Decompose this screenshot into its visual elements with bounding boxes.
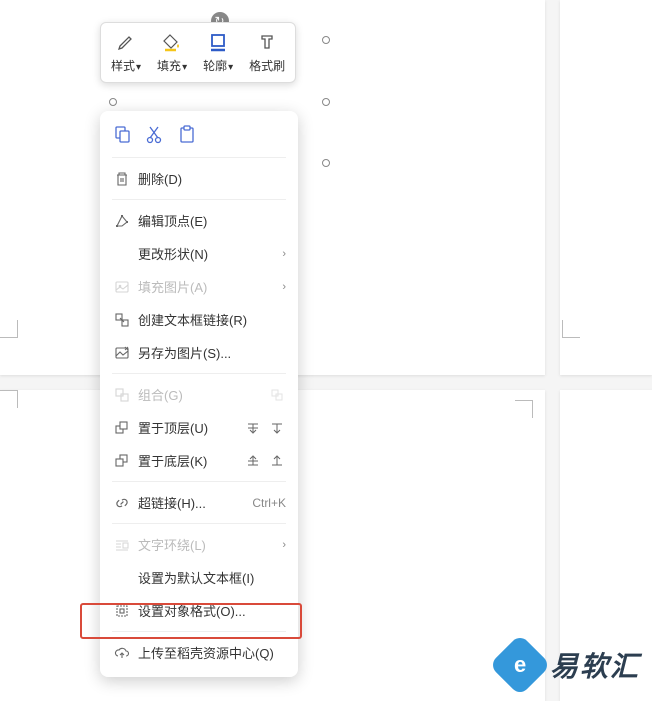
send-to-back-menu-item[interactable]: 置于底层(K) [100,444,298,477]
context-menu: 删除(D) 编辑顶点(E) 更改形状(N) › 填充图片(A) › 创建文本框链… [100,111,298,677]
upload-to-docer-menu-item[interactable]: 上传至稻壳资源中心(Q) [100,636,298,669]
bring-to-front-menu-item[interactable]: 置于顶层(U) [100,411,298,444]
hyperlink-menu-item[interactable]: 超链接(H)... Ctrl+K [100,486,298,519]
edit-vertices-icon [112,212,132,230]
set-default-textbox-menu-item[interactable]: 设置为默认文本框(I) [100,561,298,594]
upload-cloud-icon [112,644,132,662]
hyperlink-shortcut: Ctrl+K [252,496,286,510]
delete-menu-item[interactable]: 删除(D) [100,162,298,195]
create-textframe-link-menu-item[interactable]: 创建文本框链接(R) [100,303,298,336]
create-textframe-link-label: 创建文本框链接(R) [138,310,286,329]
chevron-right-icon: › [282,539,286,551]
send-back-variant2-icon[interactable] [268,452,286,470]
hyperlink-label: 超链接(H)... [138,493,252,512]
cut-button[interactable] [144,123,166,145]
bring-front-icon [112,419,132,437]
group-label: 组合(G) [138,385,262,404]
group-menu-item: 组合(G) [100,378,298,411]
resize-handle[interactable] [109,98,117,106]
text-wrap-menu-item: 文字环绕(L) › [100,528,298,561]
text-wrap-icon [112,536,132,554]
mini-toolbar: 样式▾ 填充▾ 轮廓▾ 格式刷 [100,22,296,83]
outline-button[interactable]: 轮廓▾ [195,27,241,78]
set-default-textbox-label: 设置为默认文本框(I) [138,568,286,587]
trash-icon [112,170,132,188]
delete-label: 删除(D) [138,169,286,188]
bring-to-front-label: 置于顶层(U) [138,418,238,437]
fill-picture-menu-item: 填充图片(A) › [100,270,298,303]
link-icon [112,494,132,512]
fill-button[interactable]: 填充▾ [149,27,195,78]
send-back-icon [112,452,132,470]
edit-vertices-label: 编辑顶点(E) [138,211,286,230]
save-as-picture-menu-item[interactable]: 另存为图片(S)... [100,336,298,369]
logo: e 易软汇 [498,643,640,687]
picture-icon [112,278,132,296]
paint-bucket-icon [162,31,182,53]
chevron-right-icon: › [282,281,286,293]
resize-handle[interactable] [322,98,330,106]
object-format-icon [112,602,132,620]
bring-front-variant1-icon[interactable] [244,419,262,437]
resize-handle[interactable] [322,36,330,44]
format-painter-button[interactable]: 格式刷 [241,27,293,78]
outline-frame-icon [208,31,228,53]
resize-handle[interactable] [322,159,330,167]
change-shape-menu-item[interactable]: 更改形状(N) › [100,237,298,270]
save-picture-icon [112,344,132,362]
change-shape-label: 更改形状(N) [138,244,282,263]
logo-mark-icon: e [489,634,551,696]
format-painter-icon [257,31,277,53]
chevron-right-icon: › [282,248,286,260]
fill-label: 填充 [157,59,181,73]
set-object-format-label: 设置对象格式(O)... [138,601,286,620]
edit-vertices-menu-item[interactable]: 编辑顶点(E) [100,204,298,237]
send-back-variant1-icon[interactable] [244,452,262,470]
save-as-picture-label: 另存为图片(S)... [138,343,286,362]
paste-button[interactable] [176,123,198,145]
style-label: 样式 [111,59,135,73]
fill-picture-label: 填充图片(A) [138,277,282,296]
logo-text: 易软汇 [550,645,640,685]
copy-button[interactable] [112,123,134,145]
bring-front-variant2-icon[interactable] [268,419,286,437]
group-icon [112,386,132,404]
textframe-link-icon [112,311,132,329]
send-to-back-label: 置于底层(K) [138,451,238,470]
upload-to-docer-label: 上传至稻壳资源中心(Q) [138,643,286,662]
outline-label: 轮廓 [203,59,227,73]
pencil-icon [116,31,136,53]
format-painter-label: 格式刷 [249,57,285,74]
text-wrap-label: 文字环绕(L) [138,535,282,554]
document-page-right-top [560,0,652,375]
set-object-format-menu-item[interactable]: 设置对象格式(O)... [100,594,298,627]
group-side-icon [268,386,286,404]
style-button[interactable]: 样式▾ [103,27,149,78]
